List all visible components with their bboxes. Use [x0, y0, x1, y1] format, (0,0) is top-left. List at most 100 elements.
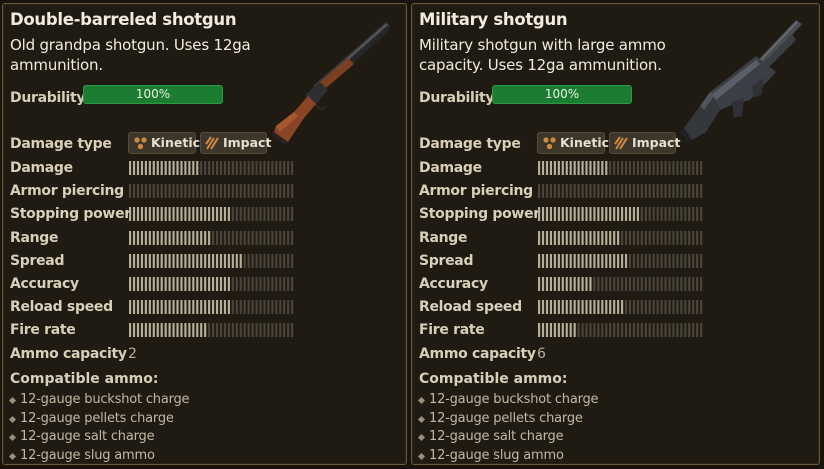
- stat-tick-empty: [640, 184, 643, 198]
- stat-tick-empty: [287, 161, 290, 175]
- stat-tick-filled: [144, 323, 147, 337]
- stat-tick-empty: [545, 184, 549, 198]
- stat-tick-empty: [287, 184, 290, 198]
- stat-tick-empty: [561, 184, 564, 198]
- stat-tick-empty: [243, 277, 246, 291]
- stat-tick-empty: [283, 254, 286, 268]
- stat-tick-empty: [585, 184, 588, 198]
- stat-tick-filled: [140, 231, 144, 245]
- stat-tick-filled: [212, 254, 215, 268]
- stat-label-accuracy: Accuracy: [10, 276, 79, 292]
- ammo-item: 12-gauge pellets charge: [417, 410, 598, 429]
- stat-tick-filled: [613, 231, 616, 245]
- stat-tick-filled: [168, 231, 171, 245]
- stat-tick-empty: [676, 254, 679, 268]
- stat-tick-empty: [553, 184, 556, 198]
- bullet-icon: [8, 415, 17, 423]
- stat-tick-filled: [136, 323, 140, 337]
- stat-tick-filled: [589, 277, 592, 291]
- stat-tick-empty: [235, 300, 238, 314]
- stat-tick-empty: [660, 207, 663, 221]
- item-description: Military shotgun with large ammo capacit…: [419, 36, 666, 74]
- stat-tick-empty: [231, 323, 234, 337]
- stat-tick-empty: [212, 323, 215, 337]
- stat-tick-filled: [176, 161, 179, 175]
- stat-tick-filled: [208, 207, 211, 221]
- stat-tick-filled: [565, 277, 568, 291]
- stat-tick-empty: [271, 184, 274, 198]
- stat-tick-filled: [597, 207, 600, 221]
- stat-tick-filled: [160, 277, 163, 291]
- stat-tick-filled: [624, 207, 628, 221]
- stat-tick-filled: [129, 277, 132, 291]
- stat-tick-empty: [700, 323, 703, 337]
- stat-tick-empty: [275, 300, 278, 314]
- stat-tick-empty: [291, 300, 294, 314]
- stat-tick-filled: [613, 300, 616, 314]
- stat-tick-empty: [208, 323, 211, 337]
- stat-tick-filled: [188, 300, 191, 314]
- bullet-icon: [8, 396, 17, 405]
- stat-tick-empty: [255, 207, 258, 221]
- stat-tick-filled: [605, 207, 608, 221]
- stat-tick-empty: [617, 161, 620, 175]
- ammo-item: 12-gauge salt charge: [417, 428, 598, 447]
- durability-value: 100%: [135, 87, 171, 101]
- stat-tick-empty: [263, 254, 266, 268]
- stat-tick-filled: [538, 207, 541, 221]
- stat-tick-filled: [581, 277, 584, 291]
- stat-tick-empty: [275, 231, 278, 245]
- stat-tick-filled: [557, 323, 560, 337]
- stat-tick-empty: [243, 184, 246, 198]
- stat-tick-filled: [573, 161, 576, 175]
- stat-tick-empty: [581, 323, 584, 337]
- stat-tick-empty: [239, 184, 242, 198]
- stat-tick-filled: [617, 207, 620, 221]
- stat-tick-filled: [538, 323, 541, 337]
- stat-tick-empty: [696, 231, 699, 245]
- stat-tick-empty: [219, 231, 223, 245]
- stat-tick-filled: [541, 323, 545, 337]
- stat-tick-filled: [188, 323, 191, 337]
- stat-tick-filled: [581, 254, 584, 268]
- stat-tick-filled: [621, 300, 624, 314]
- damage-type-kinetic-tag: Kinetic: [537, 132, 609, 154]
- stat-tick-filled: [601, 254, 604, 268]
- stat-tick-empty: [180, 184, 183, 198]
- stat-tick-empty: [283, 184, 286, 198]
- stat-tick-filled: [132, 277, 136, 291]
- stat-tick-empty: [696, 277, 699, 291]
- stat-tick-filled: [577, 207, 580, 221]
- stat-tick-filled: [235, 254, 238, 268]
- stat-tick-filled: [617, 231, 620, 245]
- stat-tick-empty: [227, 231, 230, 245]
- item-title: Military shotgun: [419, 10, 568, 29]
- stat-tick-filled: [160, 231, 163, 245]
- stat-tick-empty: [239, 300, 242, 314]
- stat-tick-empty: [632, 184, 636, 198]
- stat-tick-filled: [192, 207, 195, 221]
- stat-tick-filled: [561, 254, 564, 268]
- damage-type-impact-tag: Impact: [609, 132, 680, 154]
- stat-tick-filled: [223, 254, 227, 268]
- stat-tick-empty: [684, 277, 687, 291]
- stat-tick-filled: [613, 207, 616, 221]
- stat-tick-filled: [561, 300, 564, 314]
- stat-tick-filled: [192, 231, 195, 245]
- stat-tick-filled: [545, 323, 549, 337]
- stat-tick-empty: [247, 277, 250, 291]
- stat-tick-empty: [287, 300, 290, 314]
- stat-tick-empty: [696, 207, 699, 221]
- ammo-item: 12-gauge slug ammo: [417, 447, 598, 466]
- compatible-ammo-heading: Compatible ammo:: [419, 371, 568, 387]
- stat-tick-empty: [251, 254, 254, 268]
- stat-tick-empty: [247, 254, 250, 268]
- stat-tick-empty: [660, 323, 663, 337]
- stat-tick-empty: [593, 184, 596, 198]
- stat-label-damage: Damage: [10, 160, 73, 176]
- stat-tick-filled: [164, 161, 167, 175]
- stat-tick-filled: [168, 277, 171, 291]
- stat-tick-empty: [648, 323, 651, 337]
- stat-tick-empty: [239, 161, 242, 175]
- stat-tick-filled: [553, 231, 556, 245]
